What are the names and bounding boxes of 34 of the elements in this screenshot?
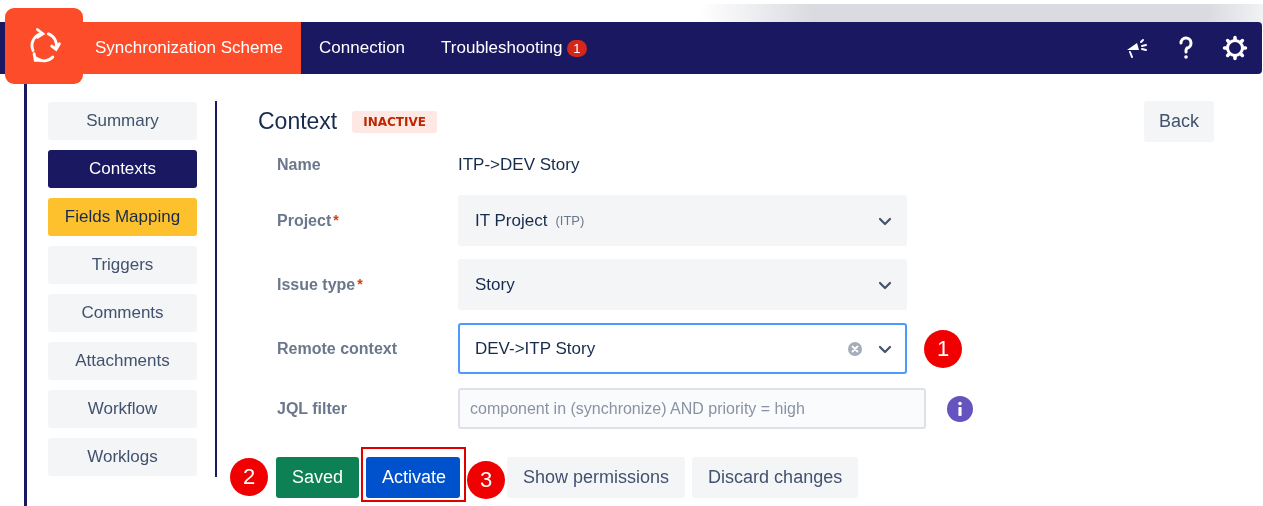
field-label: Name — [277, 155, 322, 174]
jql-input-field[interactable]: component in (synchronize) AND priority = high — [458, 388, 926, 429]
select-field[interactable]: Story — [458, 259, 907, 310]
field-label: Remote context — [277, 339, 399, 358]
callout-number: 3 — [467, 461, 506, 499]
activate-button[interactable]: Activate — [366, 456, 461, 498]
settings-icon[interactable] — [1222, 35, 1248, 61]
sidebar-item[interactable]: Attachments — [48, 342, 197, 380]
back-button[interactable]: Back — [1143, 101, 1214, 142]
info-icon[interactable] — [947, 395, 973, 422]
status-badge: INACTIVE — [352, 110, 437, 133]
action-button[interactable]: Show permissions — [507, 456, 686, 498]
nav-tab[interactable]: Troubleshooting 1 — [423, 22, 605, 74]
sidebar-item[interactable]: Workflow — [48, 390, 197, 428]
field-label: JQL filter — [277, 399, 348, 418]
sidebar-item[interactable]: Comments — [48, 294, 197, 332]
sidebar-item[interactable]: Worklogs — [48, 438, 197, 476]
saved-button[interactable]: Saved — [276, 456, 360, 498]
field-value: ITP->DEV Story — [458, 154, 580, 175]
sidebar-item[interactable]: Contexts — [48, 150, 197, 188]
callout-number: 1 — [924, 329, 962, 368]
field-label: Project* — [277, 211, 340, 230]
count-badge: 1 — [567, 39, 587, 57]
select-field[interactable]: DEV->ITP Story — [458, 323, 907, 374]
sidebar-item[interactable]: Summary — [48, 102, 197, 140]
nav-tab[interactable]: Connection — [301, 22, 424, 74]
context-title: Context — [258, 108, 338, 135]
sidebar-item[interactable]: Triggers — [48, 246, 197, 284]
action-button[interactable]: Discard changes — [692, 456, 859, 498]
field-label: Issue type* — [277, 275, 364, 294]
sync-logo-icon[interactable] — [5, 8, 83, 84]
sidebar-item[interactable]: Fields Mapping — [48, 198, 197, 236]
select-field[interactable]: IT Project (ITP) — [458, 195, 907, 246]
callout-number: 2 — [230, 458, 268, 496]
